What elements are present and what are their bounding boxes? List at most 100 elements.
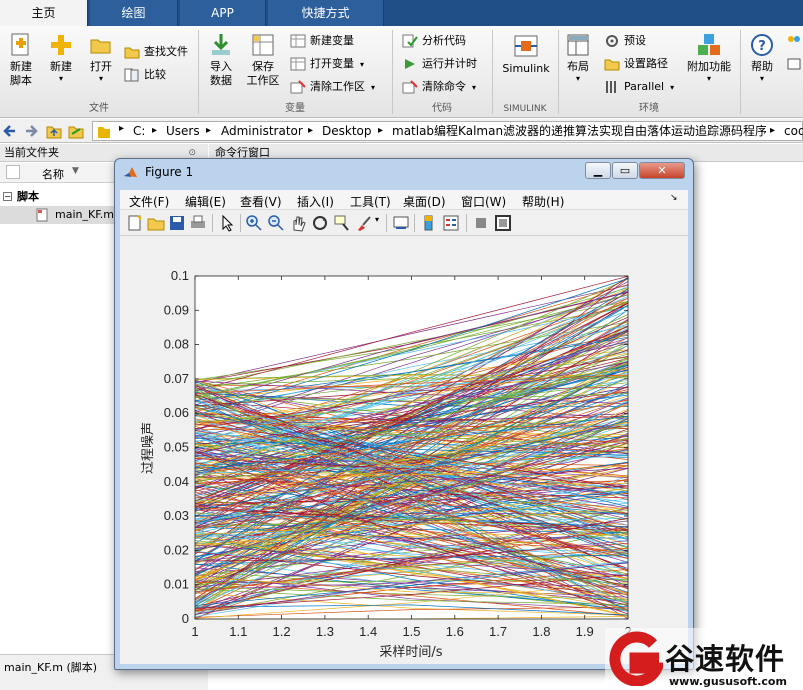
new-label: 新建 (50, 60, 72, 73)
column-name-header[interactable]: 名称 (42, 166, 64, 182)
menu-edit[interactable]: 编辑(E) (185, 193, 226, 210)
collapse-icon[interactable]: − (3, 192, 12, 201)
current-folder-title: 当前文件夹 (4, 146, 59, 159)
addons-cubes-icon (698, 34, 720, 55)
column-checkbox[interactable] (6, 165, 20, 179)
crumb-project-folder[interactable]: matlab编程Kalman滤波器的递推算法实现自由落体运动追踪源码程序 (392, 123, 766, 139)
figure-title: Figure 1 (145, 165, 194, 179)
x-axis-label: 采样时间/s (379, 645, 442, 660)
legend-icon[interactable] (442, 214, 460, 232)
x-tick-label: 1.4 (359, 624, 377, 639)
find-files-button[interactable]: 查找文件 (124, 43, 188, 61)
new-script-button[interactable]: 新建 脚本 (4, 32, 38, 88)
dock-arrow-icon[interactable]: ↘ (670, 193, 678, 203)
zoom-out-icon[interactable] (267, 214, 285, 232)
import-data-button[interactable]: 导入 数据 (204, 32, 238, 88)
rotate-3d-icon[interactable] (311, 214, 329, 232)
open-variable-button[interactable]: 打开变量 ▾ (290, 55, 364, 73)
chevron-down-icon: ▾ (472, 83, 477, 92)
chevron-down-icon: ▾ (706, 74, 711, 83)
new-variable-button[interactable]: 新建变量 (290, 32, 354, 50)
layout-button[interactable]: 布局 ▾ (562, 32, 594, 84)
menu-insert[interactable]: 插入(I) (297, 193, 334, 210)
y-tick-label: 0 (182, 611, 189, 626)
help-button[interactable]: ? 帮助 ▾ (746, 32, 778, 84)
hide-plot-tools-icon[interactable] (472, 214, 490, 232)
gususoft-logo (609, 631, 663, 686)
link-plot-icon[interactable] (392, 214, 410, 232)
clear-workspace-button[interactable]: 清除工作区 ▾ (290, 78, 375, 96)
up-folder-icon[interactable] (46, 123, 62, 139)
simulink-button[interactable]: Simulink (498, 32, 554, 76)
preferences-label: 预设 (624, 34, 646, 47)
menu-file[interactable]: 文件(F) (129, 193, 169, 210)
plus-icon (51, 35, 71, 55)
addons-button[interactable]: 附加功能 ▾ (684, 32, 734, 84)
analyze-code-button[interactable]: 分析代码 (402, 32, 466, 50)
crumb-desktop[interactable]: Desktop (322, 123, 372, 139)
crumb-separator: ▸ (152, 125, 158, 136)
colorbar-icon[interactable] (420, 214, 438, 232)
show-plot-tools-icon[interactable] (494, 214, 512, 232)
help-icon: ? (751, 34, 773, 56)
tab-plots[interactable]: 绘图 (90, 0, 178, 26)
tab-apps[interactable]: APP (180, 0, 266, 26)
run-and-time-icon (405, 59, 415, 69)
tab-shortcuts[interactable]: 快捷方式 (268, 0, 384, 26)
menu-help[interactable]: 帮助(H) (522, 193, 564, 210)
back-arrow-icon[interactable] (3, 124, 17, 138)
crumb-drive[interactable]: C: (133, 123, 145, 139)
group-scripts-label: 脚本 (17, 190, 39, 203)
clear-commands-button[interactable]: 清除命令 ▾ (402, 78, 476, 96)
x-tick-label: 1.3 (316, 624, 334, 639)
save-workspace-button[interactable]: 保存 工作区 (244, 32, 282, 88)
data-cursor-icon[interactable] (333, 214, 351, 232)
menu-desktop[interactable]: 桌面(D) (403, 193, 446, 210)
section-code: 代码 (432, 103, 452, 114)
crumb-administrator[interactable]: Administrator (221, 123, 303, 139)
layout-icon (567, 34, 589, 56)
maximize-button[interactable]: ▭ (612, 162, 638, 179)
new-figure-icon[interactable] (126, 214, 144, 232)
forward-arrow-icon[interactable] (24, 124, 38, 138)
browse-folder-icon[interactable] (68, 123, 84, 139)
close-icon: ✕ (657, 164, 667, 177)
open-button[interactable]: 打开 ▾ (84, 32, 118, 84)
sort-down-icon[interactable]: ▼ (72, 166, 79, 176)
tab-home[interactable]: 主页 (0, 0, 88, 26)
run-and-time-button[interactable]: 运行并计时 (402, 55, 477, 73)
crumb-separator: ▸ (206, 125, 212, 136)
minimize-button[interactable]: ▁ (585, 162, 611, 179)
menu-tools[interactable]: 工具(T) (350, 193, 391, 210)
x-tick-label: 1.6 (446, 624, 464, 639)
pointer-icon[interactable] (218, 214, 236, 232)
parallel-icon (606, 81, 616, 93)
toolbar-divider (466, 214, 467, 232)
brush-icon[interactable] (355, 214, 373, 232)
y-tick-label: 0.02 (164, 542, 189, 557)
support-icon (787, 58, 801, 70)
open-variable-icon (290, 57, 306, 71)
crumb-code[interactable]: cod (784, 123, 803, 139)
figure-canvas: 11.11.21.31.41.51.61.71.81.92 00.010.020… (120, 236, 688, 664)
compare-button[interactable]: 比较 (124, 66, 166, 84)
set-path-button[interactable]: 设置路径 (604, 55, 668, 73)
open-file-icon[interactable] (147, 214, 165, 232)
menu-view[interactable]: 查看(V) (240, 193, 282, 210)
zoom-in-icon[interactable] (245, 214, 263, 232)
new-button[interactable]: 新建 ▾ (44, 32, 78, 84)
chevron-down-icon[interactable]: ▾ (375, 215, 379, 224)
clear-commands-icon (402, 80, 418, 94)
parallel-button[interactable]: Parallel ▾ (604, 78, 674, 96)
new-script-label: 新建 脚本 (10, 60, 32, 87)
community-button[interactable] (786, 32, 803, 50)
print-icon[interactable] (189, 214, 207, 232)
preferences-button[interactable]: 预设 (604, 32, 646, 50)
crumb-users[interactable]: Users (166, 123, 200, 139)
support-button[interactable] (786, 55, 803, 73)
save-icon[interactable] (168, 214, 186, 232)
run-and-time-label: 运行并计时 (422, 57, 477, 70)
menu-window[interactable]: 窗口(W) (461, 193, 506, 210)
close-button[interactable]: ✕ (639, 162, 685, 179)
pan-hand-icon[interactable] (289, 214, 307, 232)
